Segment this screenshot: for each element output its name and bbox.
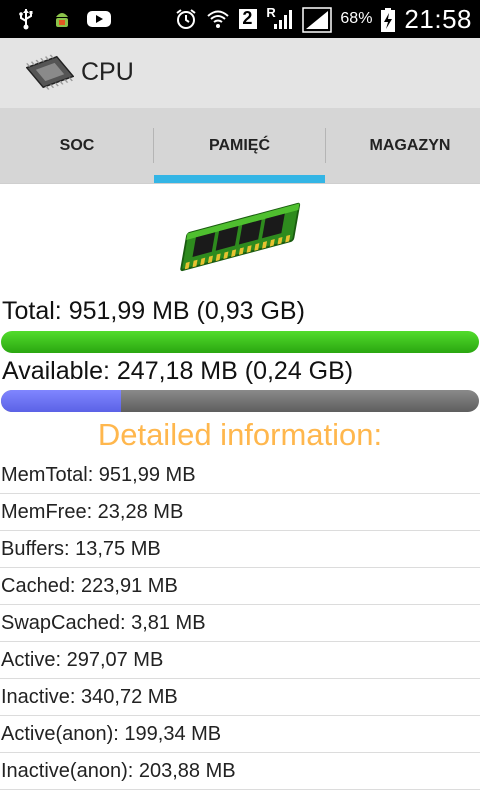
sim-number: 2 (242, 8, 253, 28)
total-memory-text: Total: 951,99 MB (0,93 GB) (2, 297, 305, 325)
wifi-icon (206, 7, 230, 31)
available-memory-bar (1, 390, 479, 412)
list-item: Active: 297,07 MB (0, 642, 480, 679)
list-item: MemTotal: 951,99 MB (0, 457, 480, 494)
youtube-icon (86, 7, 111, 31)
selected-tab-indicator (154, 175, 325, 183)
system-icons: 2 R 68% 21:58 (174, 0, 472, 38)
list-item: Cached: 223,91 MB (0, 568, 480, 605)
signal-icon (302, 7, 333, 33)
total-memory-bar (1, 331, 479, 353)
tab-bar: SOC PAMIĘĆ MAGAZYN (0, 108, 480, 184)
list-item: Active(anon): 199,34 MB (0, 716, 480, 753)
available-memory-text: Available: 247,18 MB (0,24 GB) (2, 357, 354, 385)
detail-list: MemTotal: 951,99 MB MemFree: 23,28 MB Buff… (0, 457, 480, 790)
tab-pamiec[interactable]: PAMIĘĆ (154, 108, 325, 183)
tab-magazyn[interactable]: MAGAZYN (325, 108, 480, 183)
battery-percent: 68% (340, 10, 373, 27)
list-item: Inactive(anon): 203,88 MB (0, 753, 480, 790)
list-item: MemFree: 23,28 MB (0, 494, 480, 531)
signal-icon: R (266, 5, 294, 31)
app-title: CPU (81, 58, 134, 86)
alarm-icon (174, 7, 198, 31)
cpu-chip-icon[interactable] (25, 54, 75, 90)
list-item: Inactive: 340,72 MB (0, 679, 480, 716)
roaming-label: R (266, 5, 276, 20)
usb-icon (14, 7, 38, 31)
tab-soc[interactable]: SOC (0, 108, 154, 183)
action-bar: CPU (0, 38, 480, 108)
battery-charging-icon (380, 7, 396, 32)
list-item: Buffers: 13,75 MB (0, 531, 480, 568)
clock: 21:58 (404, 3, 472, 34)
total-memory-bar-fill (1, 331, 479, 353)
status-bar: 2 R 68% 21:58 (0, 0, 480, 38)
notification-icons (0, 7, 111, 31)
list-item: SwapCached: 3,81 MB (0, 605, 480, 642)
available-memory-bar-fill (1, 390, 121, 412)
sim-icon: 2 (238, 7, 258, 31)
detailed-information-heading: Detailed information: (97, 417, 383, 452)
ram-module-icon (165, 202, 315, 272)
android-debug-icon (50, 7, 74, 31)
